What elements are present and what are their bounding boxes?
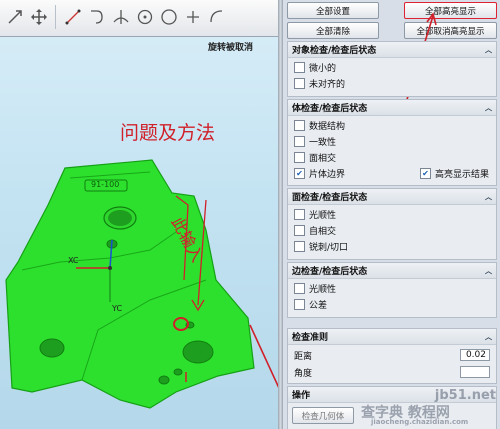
angle-label: 角度 (294, 369, 313, 379)
object-check-section: 对象检查/检查后状态 ︿ 微小的 未对齐的 (287, 41, 497, 97)
check-geometry-button[interactable]: 检查几何体 (292, 407, 354, 424)
distance-field[interactable]: 0.02 (460, 349, 490, 361)
chevron-up-icon[interactable]: ︿ (485, 332, 492, 342)
checkbox-tiny[interactable] (294, 62, 305, 73)
axis-label-y: YC (112, 304, 123, 313)
operation-title: 操作 (292, 391, 311, 401)
watermark-url: jiaocheng.chazidian.com (371, 418, 469, 426)
object-check-title: 对象检查/检查后状态 (292, 46, 377, 56)
all-highlight-button[interactable]: 全部高亮显示 (404, 2, 497, 19)
object-check-header[interactable]: 对象检查/检查后状态 ︿ (288, 42, 496, 58)
checkbox-label: 自相交 (309, 227, 337, 237)
checkbox-label: 光顺性 (309, 211, 337, 221)
checkbox-data-structure[interactable] (294, 120, 305, 131)
checkbox-face-smoothness[interactable] (294, 209, 305, 220)
checkbox-row[interactable]: ✔ 高亮显示结果 (420, 167, 489, 180)
checkbox-label: 未对齐的 (309, 80, 346, 90)
checkbox-misaligned[interactable] (294, 78, 305, 89)
watermark-jb51: jb51.net (434, 388, 496, 403)
checkbox-row[interactable]: 一致性 (294, 135, 336, 148)
part-label: 91-100 (91, 180, 120, 189)
checkbox-edge-smoothness[interactable] (294, 283, 305, 294)
chevron-up-icon[interactable]: ︿ (485, 45, 492, 55)
angle-field[interactable] (460, 366, 490, 378)
checkbox-row[interactable]: 未对齐的 (294, 77, 345, 90)
all-settings-button[interactable]: 全部设置 (287, 2, 379, 19)
criteria-title: 检查准则 (292, 333, 329, 343)
part-model[interactable] (0, 0, 278, 429)
body-check-title: 体检查/检查后状态 (292, 104, 368, 114)
checkbox-row[interactable]: 光顺性 (294, 208, 336, 221)
checkbox-tolerance[interactable] (294, 299, 305, 310)
edge-check-section: 边检查/检查后状态 ︿ 光顺性 公差 (287, 262, 497, 318)
checkbox-self-intersection[interactable] (294, 225, 305, 236)
graphics-viewport[interactable]: 旋转被取消 问题及方法 91-100 此输入 XC YC (0, 0, 278, 429)
checkbox-row[interactable]: ✔ 片体边界 (294, 167, 345, 180)
checkbox-sheet-boundary[interactable]: ✔ (294, 168, 305, 179)
check-geometry-panel: 全部设置 全部高亮显示 全部清除 全部取消高亮显示 对象检查/检查后状态 ︿ 微… (283, 0, 500, 429)
checkbox-label: 一致性 (309, 138, 337, 148)
distance-label: 距离 (294, 352, 313, 362)
face-check-section: 面检查/检查后状态 ︿ 光顺性 自相交 锐刺/切口 (287, 188, 497, 260)
checkbox-label: 微小的 (309, 64, 337, 74)
chevron-up-icon[interactable]: ︿ (485, 192, 492, 202)
checkbox-label: 光顺性 (309, 285, 337, 295)
checkbox-row[interactable]: 数据结构 (294, 119, 345, 132)
checkbox-label: 锐刺/切口 (309, 243, 349, 253)
edge-check-title: 边检查/检查后状态 (292, 267, 368, 277)
checkbox-row[interactable]: 光顺性 (294, 282, 336, 295)
checkbox-row[interactable]: 锐刺/切口 (294, 240, 348, 253)
checkbox-label: 公差 (309, 301, 328, 311)
criteria-section: 检查准则 ︿ 距离 0.02 角度 (287, 328, 497, 384)
checkbox-row[interactable]: 自相交 (294, 224, 336, 237)
checkbox-row[interactable]: 公差 (294, 298, 327, 311)
face-check-header[interactable]: 面检查/检查后状态 ︿ (288, 189, 496, 205)
axis-label-x: XC (68, 256, 79, 265)
face-check-title: 面检查/检查后状态 (292, 193, 368, 203)
checkbox-spike-notch[interactable] (294, 241, 305, 252)
checkbox-label: 面相交 (309, 154, 337, 164)
chevron-up-icon[interactable]: ︿ (485, 103, 492, 113)
checkbox-label: 数据结构 (309, 122, 346, 132)
chevron-up-icon[interactable]: ︿ (485, 266, 492, 276)
checkbox-row[interactable]: 面相交 (294, 151, 336, 164)
checkbox-consistency[interactable] (294, 136, 305, 147)
edge-check-header[interactable]: 边检查/检查后状态 ︿ (288, 263, 496, 279)
criteria-header[interactable]: 检查准则 ︿ (288, 329, 496, 345)
checkbox-face-intersection[interactable] (294, 152, 305, 163)
checkbox-label: 片体边界 (309, 170, 346, 180)
body-check-header[interactable]: 体检查/检查后状态 ︿ (288, 100, 496, 116)
all-unhighlight-button[interactable]: 全部取消高亮显示 (404, 22, 497, 39)
checkbox-label: 高亮显示结果 (435, 170, 490, 180)
body-check-section: 体检查/检查后状态 ︿ 数据结构 一致性 面相交 ✔ 片体边界 ✔ 高亮显示结果 (287, 99, 497, 186)
checkbox-row[interactable]: 微小的 (294, 61, 336, 74)
all-clear-button[interactable]: 全部清除 (287, 22, 379, 39)
checkbox-highlight-results[interactable]: ✔ (420, 168, 431, 179)
